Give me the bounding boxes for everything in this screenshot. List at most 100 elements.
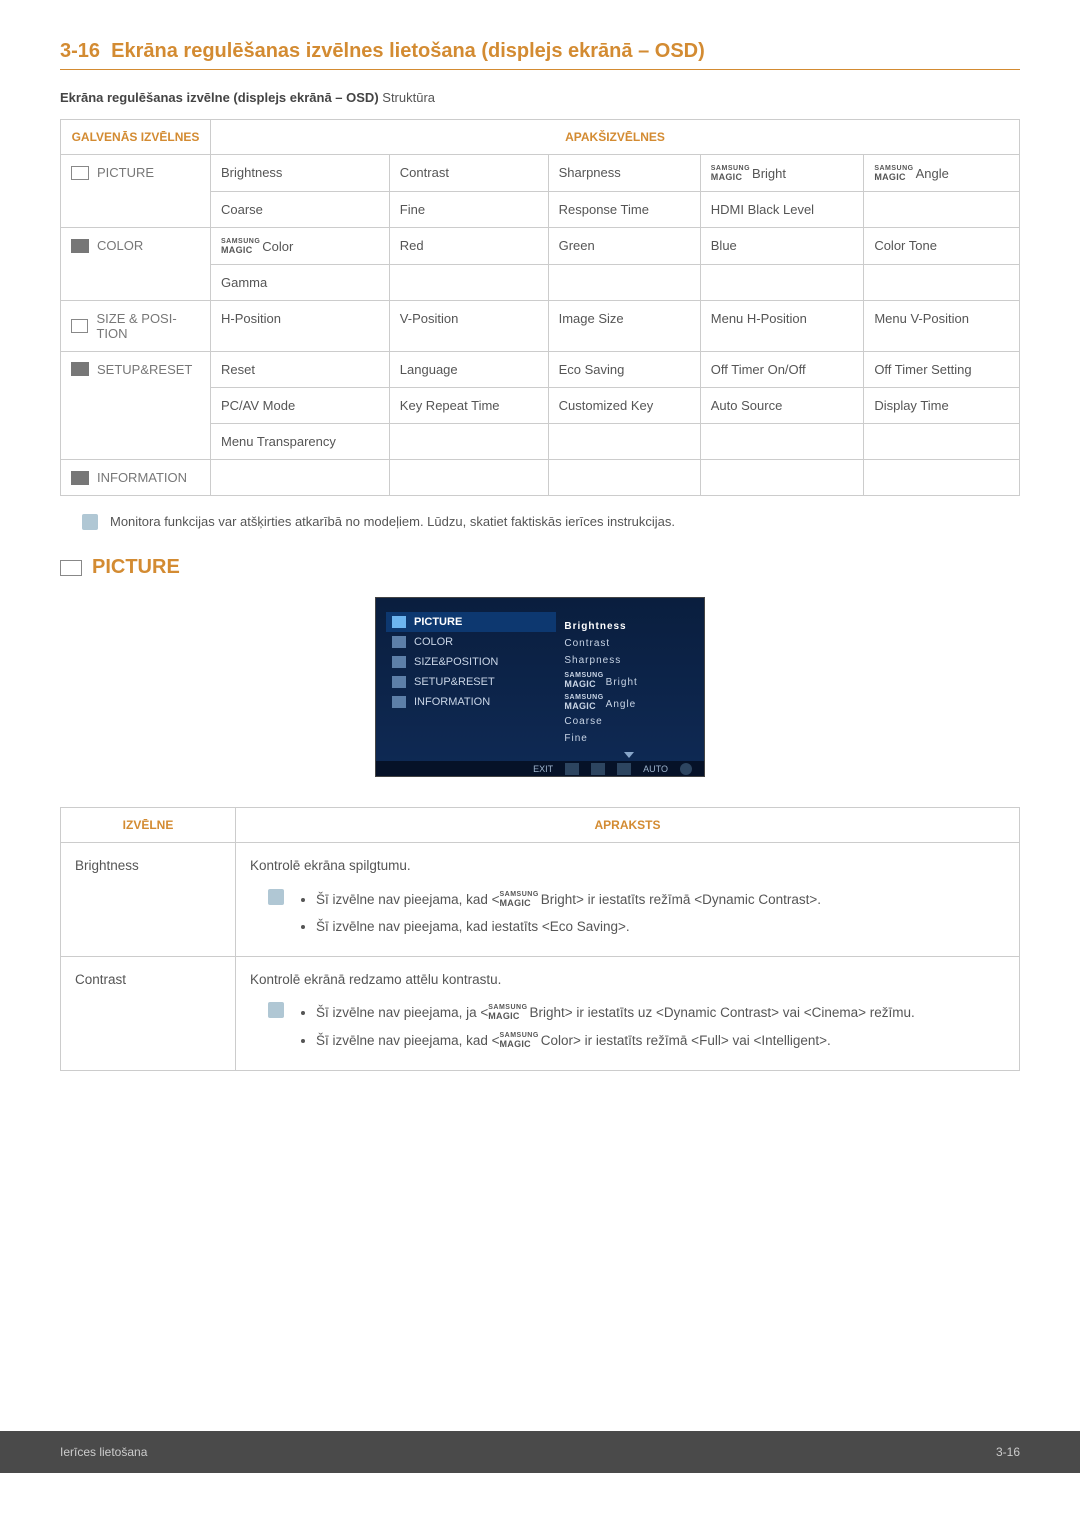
magic-logo: SAMSUNGMAGIC <box>221 238 260 254</box>
note-text: Monitora funkcijas var atšķirties atkarī… <box>110 514 675 529</box>
note-item: Šī izvēlne nav pieejama, ja <SAMSUNGMAGI… <box>316 1002 915 1024</box>
sub-cell: Off Timer Setting <box>864 352 1020 388</box>
osd-auto: AUTO <box>643 764 668 774</box>
osd-sub-item: SAMSUNGMAGICBright <box>564 669 694 691</box>
setup-icon <box>392 676 406 688</box>
magic-logo: SAMSUNGMAGIC <box>564 672 603 688</box>
footer-right: 3-16 <box>996 1445 1020 1459</box>
menu-label: INFORMA­TION <box>97 470 187 485</box>
sub-cell: Contrast <box>389 155 548 192</box>
sub-cell: Customized Key <box>548 388 700 424</box>
section-number: 3-16 <box>60 40 100 62</box>
sub-cell: Menu H-Position <box>700 301 864 352</box>
magic-logo: SAMSUNGMAGIC <box>711 165 750 181</box>
osd-footer: EXIT AUTO <box>376 761 704 776</box>
picture-icon <box>71 166 89 180</box>
sub-cell: Off Timer On/Off <box>700 352 864 388</box>
magic-logo: SAMSUNGMAGIC <box>499 891 538 907</box>
sub-cell <box>864 424 1020 460</box>
magic-logo: SAMSUNGMAGIC <box>499 1032 538 1048</box>
sub-cell: Reset <box>211 352 390 388</box>
sub-cell: Blue <box>700 228 864 265</box>
size-icon <box>392 656 406 668</box>
table-row: SETUP&RESET Reset Language Eco Saving Of… <box>61 352 1020 388</box>
structure-line: Ekrāna regulēšanas izvēlne (displejs ekr… <box>60 90 1020 105</box>
table-row: SIZE & POSI­TION H-Position V-Position I… <box>61 301 1020 352</box>
menu-cell-info: INFORMA­TION <box>71 470 200 485</box>
desc-label: Brightness <box>61 843 236 957</box>
sub-cell: Red <box>389 228 548 265</box>
menu-label: SETUP&RESET <box>97 362 192 377</box>
sub-cell: Sharpness <box>548 155 700 192</box>
menu-cell-size: SIZE & POSI­TION <box>71 311 200 341</box>
sub-cell <box>700 460 864 496</box>
color-icon <box>392 636 406 648</box>
sub-cell: Brightness <box>211 155 390 192</box>
sub-cell <box>700 265 864 301</box>
th-main: GALVENĀS IZVĒLNES <box>61 120 211 155</box>
osd-submenu: Brightness Contrast Sharpness SAMSUNGMAG… <box>556 608 704 761</box>
sub-cell: HDMI Black Level <box>700 192 864 228</box>
sub-cell <box>548 424 700 460</box>
osd-exit: EXIT <box>533 764 553 774</box>
sub-cell: Display Time <box>864 388 1020 424</box>
sub-cell <box>548 265 700 301</box>
sub-cell <box>864 192 1020 228</box>
th-menu: IZVĒLNE <box>61 808 236 843</box>
sub-cell <box>389 424 548 460</box>
setup-icon <box>71 362 89 376</box>
table-row: Brightness Kontrolē ekrāna spilgtumu. Šī… <box>61 843 1020 957</box>
desc-cell: Kontrolē ekrāna spilgtumu. Šī izvēlne na… <box>236 843 1020 957</box>
desc-cell: Kontrolē ekrānā redzamo attēlu kontrastu… <box>236 956 1020 1070</box>
sub-cell: PC/AV Mode <box>211 388 390 424</box>
osd-item-picture: PICTURE <box>386 612 556 632</box>
osd-button-icon <box>565 763 579 775</box>
description-table: IZVĒLNE APRAKSTS Brightness Kontrolē ekr… <box>60 807 1020 1071</box>
osd-sub-item: Sharpness <box>564 652 694 669</box>
sub-cell: Fine <box>389 192 548 228</box>
page-footer: Ierīces lietošana 3-16 <box>0 1431 1080 1473</box>
osd-screenshot: PICTURE COLOR SIZE&POSITION SETUP&RESET … <box>375 597 705 777</box>
note-icon <box>82 514 98 530</box>
note-icon <box>268 1002 284 1018</box>
osd-power-icon <box>680 763 692 775</box>
menu-cell-picture: PICTURE <box>71 165 200 180</box>
picture-icon <box>392 616 406 628</box>
note-icon <box>268 889 284 905</box>
table-row: INFORMA­TION <box>61 460 1020 496</box>
menu-cell-color: COLOR <box>71 238 200 253</box>
osd-main-menu: PICTURE COLOR SIZE&POSITION SETUP&RESET … <box>376 608 556 761</box>
sub-cell: Language <box>389 352 548 388</box>
picture-heading-text: PICTURE <box>92 556 180 579</box>
table-row: Contrast Kontrolē ekrānā redzamo attēlu … <box>61 956 1020 1070</box>
info-icon <box>71 471 89 485</box>
sub-cell <box>211 460 390 496</box>
table-row: PICTURE Brightness Contrast Sharpness SA… <box>61 155 1020 192</box>
sub-cell <box>389 265 548 301</box>
sub-cell <box>700 424 864 460</box>
magic-logo: SAMSUNGMAGIC <box>564 694 603 710</box>
structure-rest: Struktūra <box>379 90 435 105</box>
menu-cell-setup: SETUP&RESET <box>71 362 200 377</box>
sub-cell <box>389 460 548 496</box>
section-title: 3-16 Ekrāna regulēšanas izvēlnes lietoša… <box>60 40 1020 70</box>
sub-cell: SAMSUNGMAGICBright <box>700 155 864 192</box>
note-block: Šī izvēlne nav pieejama, kad <SAMSUNGMAG… <box>250 889 1005 944</box>
sub-cell: Menu V-Position <box>864 301 1020 352</box>
menu-structure-table: GALVENĀS IZVĒLNES APAKŠIZVĒLNES PICTURE … <box>60 119 1020 496</box>
sub-cell: Color Tone <box>864 228 1020 265</box>
osd-sub-item: Coarse <box>564 713 694 730</box>
menu-label: PICTURE <box>97 165 154 180</box>
info-icon <box>392 696 406 708</box>
note-item: Šī izvēlne nav pieejama, kad <SAMSUNGMAG… <box>316 889 821 911</box>
osd-sub-item: Contrast <box>564 635 694 652</box>
sub-cell: SAMSUNGMAGICAngle <box>864 155 1020 192</box>
osd-sub-item: Brightness <box>564 618 694 635</box>
th-sub: APAKŠIZVĒLNES <box>211 120 1020 155</box>
osd-item-size: SIZE&POSITION <box>386 652 556 672</box>
section-title-text: Ekrāna regulēšanas izvēlnes lietošana (d… <box>111 40 705 62</box>
picture-heading: PICTURE <box>60 556 1020 579</box>
sub-cell: Key Repeat Time <box>389 388 548 424</box>
osd-item-setup: SETUP&RESET <box>386 672 556 692</box>
sub-cell: Gamma <box>211 265 390 301</box>
